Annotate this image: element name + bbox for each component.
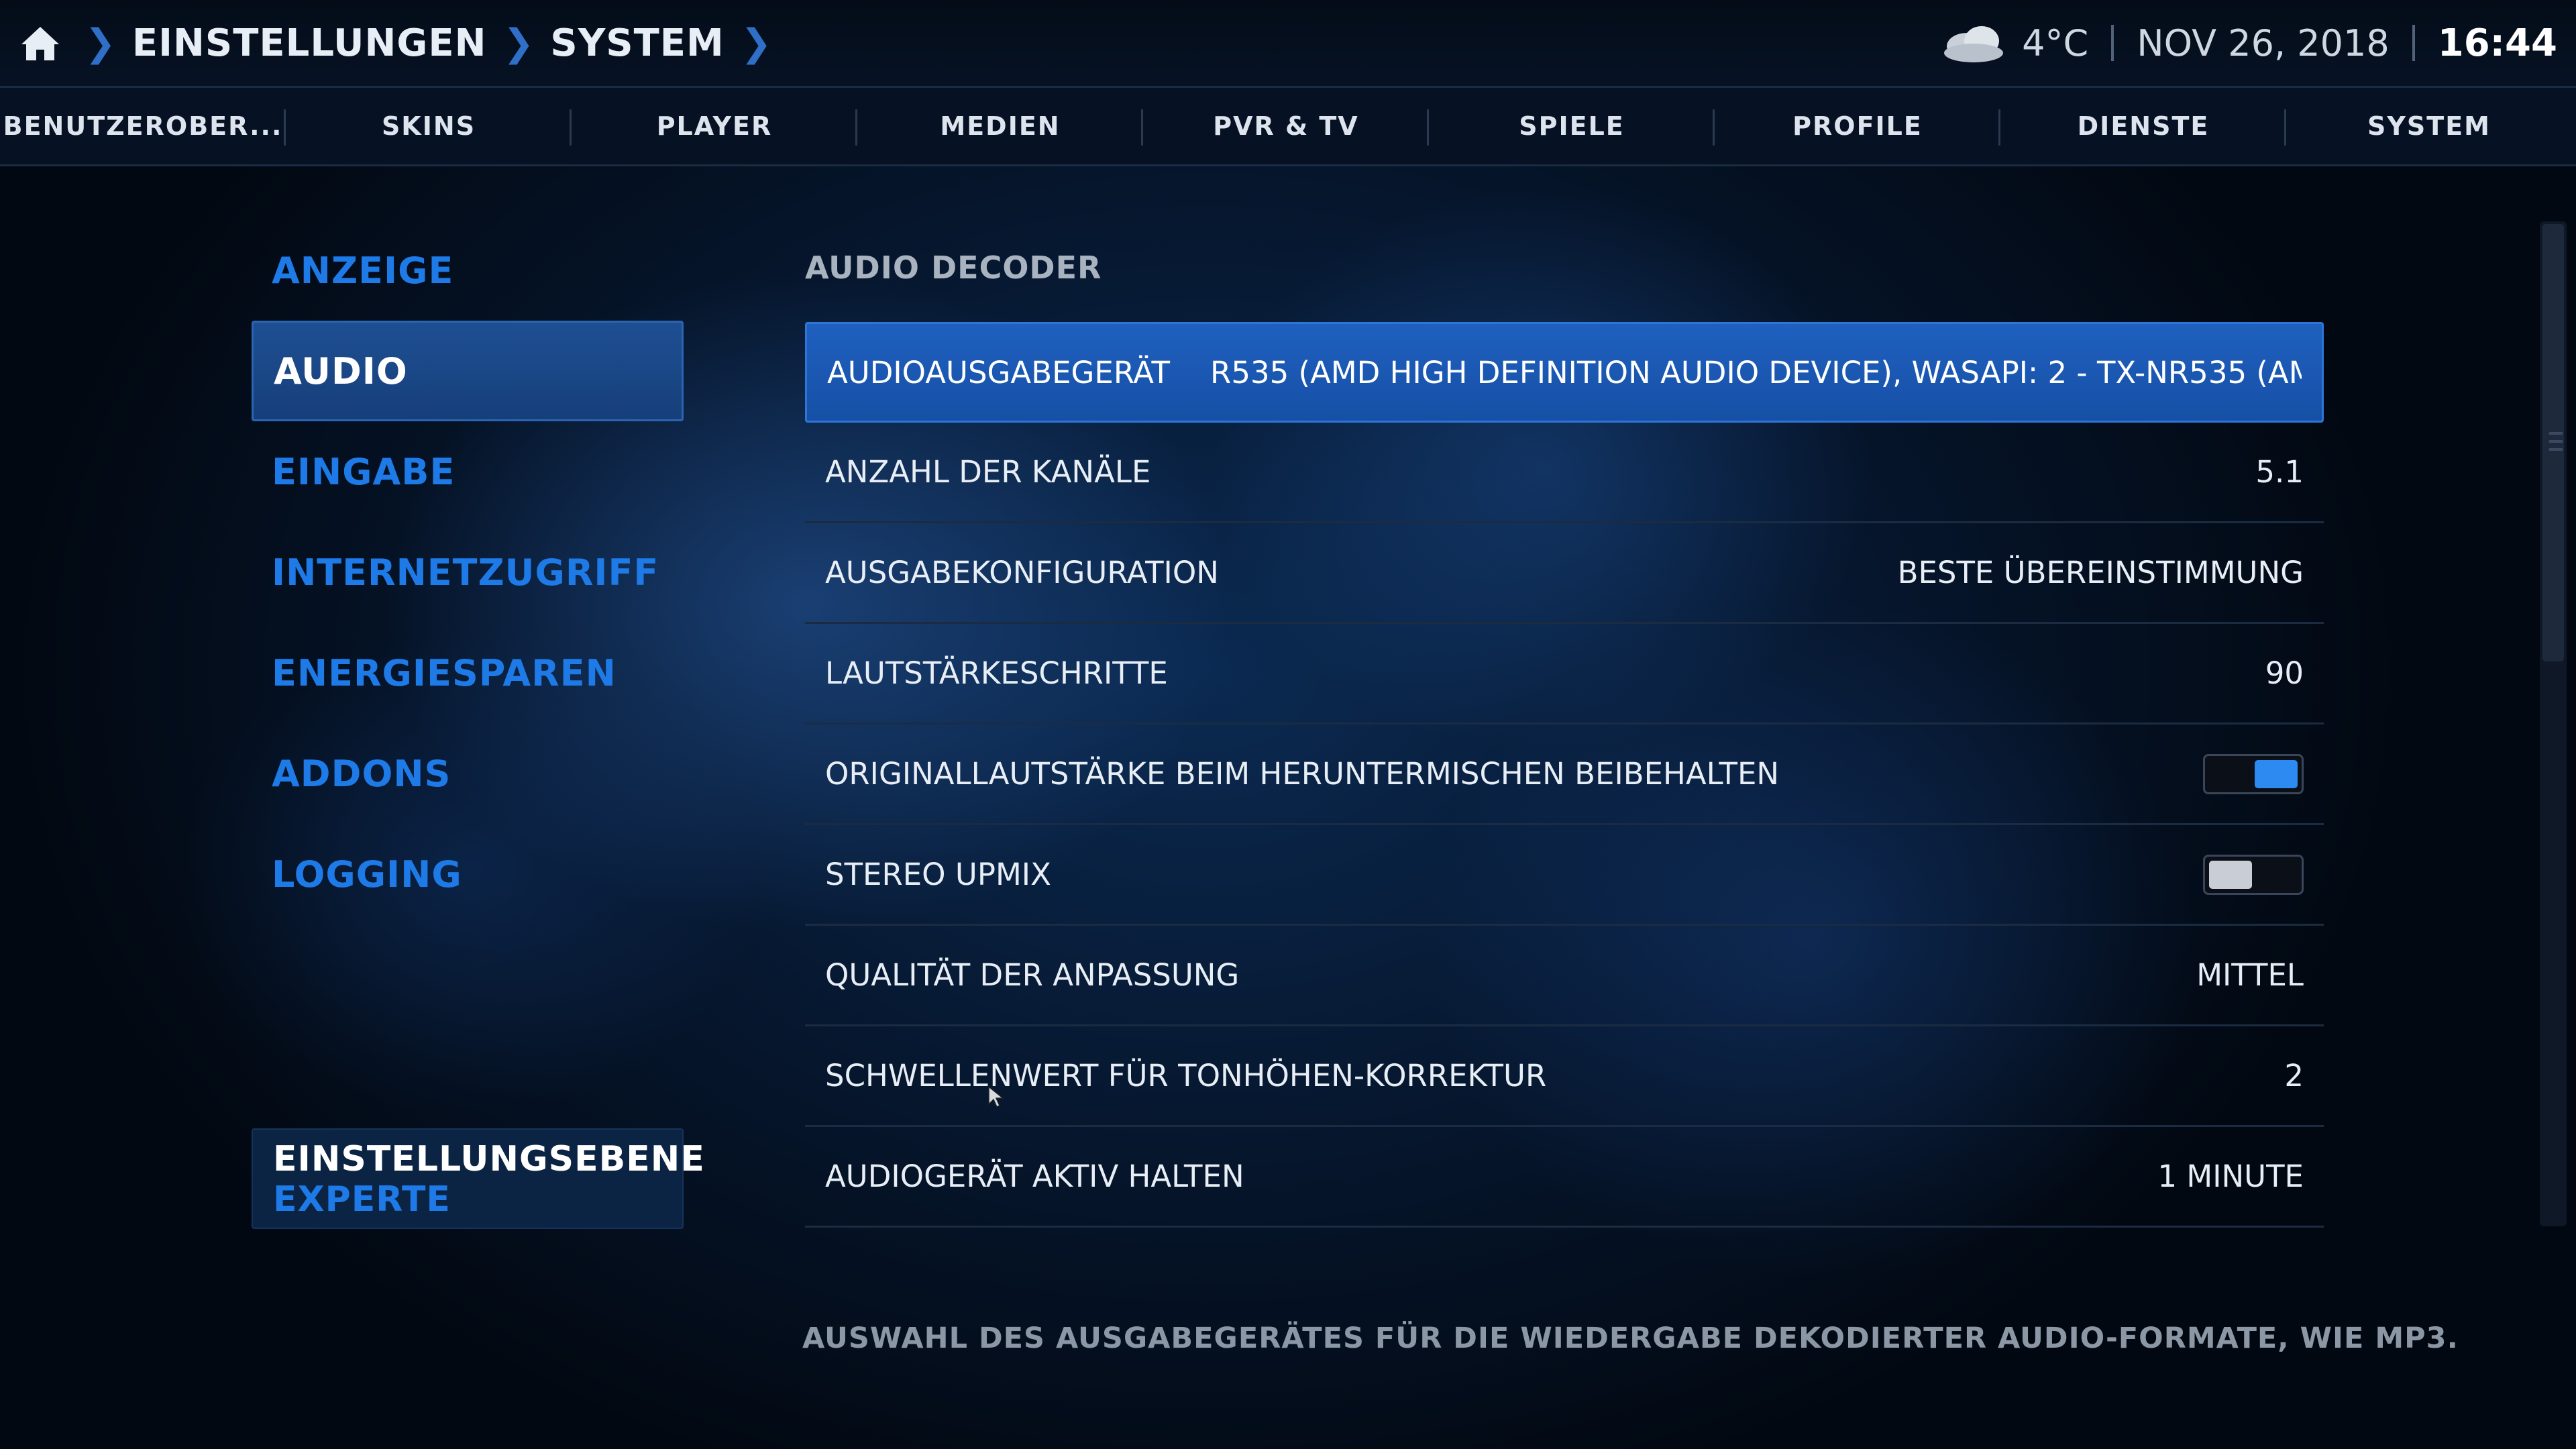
breadcrumb-separator: ❯ — [502, 21, 535, 65]
toggle-switch-off[interactable] — [2203, 854, 2304, 895]
setting-label: ORIGINALLAUTSTÄRKE BEIM HERUNTERMISCHEN … — [825, 756, 1780, 792]
settings-level-label: EINSTELLUNGSEBENE — [273, 1139, 705, 1179]
divider — [2412, 25, 2415, 61]
settings-list: AUDIOAUSGABEGERÄT R535 (AMD HIGH DEFINIT… — [805, 322, 2324, 1228]
tab-games[interactable]: SPIELE — [1429, 88, 1715, 164]
toggle-knob — [2255, 759, 2298, 788]
breadcrumb-settings[interactable]: EINSTELLUNGEN — [132, 21, 487, 65]
sidebar-item-addons[interactable]: ADDONS — [252, 723, 684, 824]
tab-profiles[interactable]: PROFILE — [1715, 88, 2000, 164]
scrollbar-grip — [2549, 432, 2563, 435]
breadcrumb-separator: ❯ — [85, 21, 116, 65]
setting-label: ANZAHL DER KANÄLE — [825, 454, 1151, 490]
tab-player[interactable]: PLAYER — [572, 88, 857, 164]
setting-label: AUDIOGERÄT AKTIV HALTEN — [825, 1159, 1244, 1194]
scrollbar[interactable] — [2540, 221, 2567, 1226]
setting-label: SCHWELLENWERT FÜR TONHÖHEN-KORREKTUR — [825, 1058, 1547, 1093]
sidebar-item-power-saving[interactable]: ENERGIESPAREN — [252, 623, 684, 723]
setting-label: STEREO UPMIX — [825, 857, 1051, 892]
setting-output-config[interactable]: AUSGABEKONFIGURATION BESTE ÜBEREINSTIMMU… — [805, 523, 2324, 624]
breadcrumb-separator: ❯ — [740, 21, 772, 65]
setting-value: R535 (AMD HIGH DEFINITION AUDIO DEVICE),… — [1210, 354, 2302, 390]
top-bar: ❯ EINSTELLUNGEN ❯ SYSTEM ❯ 4°C NOV 26, 2… — [0, 0, 2576, 88]
toggle-knob — [2209, 860, 2252, 889]
scrollbar-grip — [2549, 440, 2563, 443]
sidebar-item-logging[interactable]: LOGGING — [252, 824, 684, 924]
tab-pvr-tv[interactable]: PVR & TV — [1143, 88, 1429, 164]
scrollbar-grip — [2549, 448, 2563, 451]
sidebar-item-internet[interactable]: INTERNETZUGRIFF — [252, 522, 684, 623]
setting-keep-original-volume[interactable]: ORIGINALLAUTSTÄRKE BEIM HERUNTERMISCHEN … — [805, 724, 2324, 825]
setting-pitch-threshold[interactable]: SCHWELLENWERT FÜR TONHÖHEN-KORREKTUR 2 — [805, 1026, 2324, 1127]
tab-skins[interactable]: SKINS — [286, 88, 572, 164]
setting-label: QUALITÄT DER ANPASSUNG — [825, 957, 1240, 993]
setting-volume-steps[interactable]: LAUTSTÄRKESCHRITTE 90 — [805, 624, 2324, 724]
cloud-icon — [1944, 26, 2004, 62]
sidebar: ANZEIGE AUDIO EINGABE INTERNETZUGRIFF EN… — [252, 220, 684, 924]
home-icon[interactable] — [19, 21, 62, 64]
setting-value: MITTEL — [2196, 957, 2304, 993]
mouse-cursor-icon — [988, 1085, 1005, 1108]
tab-system[interactable]: SYSTEM — [2286, 88, 2572, 164]
setting-label: AUSGABEKONFIGURATION — [825, 555, 1219, 590]
setting-value: 1 MINUTE — [2157, 1159, 2304, 1194]
setting-value: 5.1 — [2255, 454, 2304, 490]
tab-interface[interactable]: BENUTZEROBER... — [0, 88, 286, 164]
sidebar-item-input[interactable]: EINGABE — [252, 421, 684, 522]
setting-resample-quality[interactable]: QUALITÄT DER ANPASSUNG MITTEL — [805, 926, 2324, 1026]
date: NOV 26, 2018 — [2137, 21, 2390, 64]
clock: 16:44 — [2437, 21, 2557, 65]
status-area: 4°C NOV 26, 2018 16:44 — [1940, 0, 2557, 86]
sidebar-item-audio[interactable]: AUDIO — [252, 321, 684, 421]
setting-stereo-upmix[interactable]: STEREO UPMIX — [805, 825, 2324, 926]
setting-label: AUDIOAUSGABEGERÄT — [827, 354, 1171, 390]
breadcrumb-system[interactable]: SYSTEM — [550, 21, 724, 65]
setting-value: BESTE ÜBEREINSTIMMUNG — [1897, 555, 2304, 590]
setting-description: AUSWAHL DES AUSGABEGERÄTES FÜR DIE WIEDE… — [802, 1322, 2459, 1355]
setting-value: 2 — [2284, 1058, 2304, 1093]
setting-value: 90 — [2265, 655, 2304, 691]
settings-level-value: EXPERTE — [273, 1179, 451, 1220]
setting-audio-output-device[interactable]: AUDIOAUSGABEGERÄT R535 (AMD HIGH DEFINIT… — [805, 322, 2324, 423]
sidebar-item-display[interactable]: ANZEIGE — [252, 220, 684, 321]
setting-channels[interactable]: ANZAHL DER KANÄLE 5.1 — [805, 423, 2324, 523]
tab-media[interactable]: MEDIEN — [857, 88, 1143, 164]
section-title: AUDIO DECODER — [805, 250, 1102, 286]
setting-keep-device-alive[interactable]: AUDIOGERÄT AKTIV HALTEN 1 MINUTE — [805, 1127, 2324, 1228]
scrollbar-thumb[interactable] — [2542, 224, 2564, 661]
settings-level-button[interactable]: EINSTELLUNGSEBENE EXPERTE — [252, 1128, 705, 1229]
category-tabs: BENUTZEROBER... SKINS PLAYER MEDIEN PVR … — [0, 88, 2576, 166]
setting-label: LAUTSTÄRKESCHRITTE — [825, 655, 1168, 691]
temperature: 4°C — [2022, 21, 2089, 64]
divider — [2111, 25, 2114, 61]
breadcrumb: ❯ EINSTELLUNGEN ❯ SYSTEM ❯ — [19, 0, 788, 86]
tab-services[interactable]: DIENSTE — [2000, 88, 2286, 164]
toggle-switch-on[interactable] — [2203, 753, 2304, 794]
